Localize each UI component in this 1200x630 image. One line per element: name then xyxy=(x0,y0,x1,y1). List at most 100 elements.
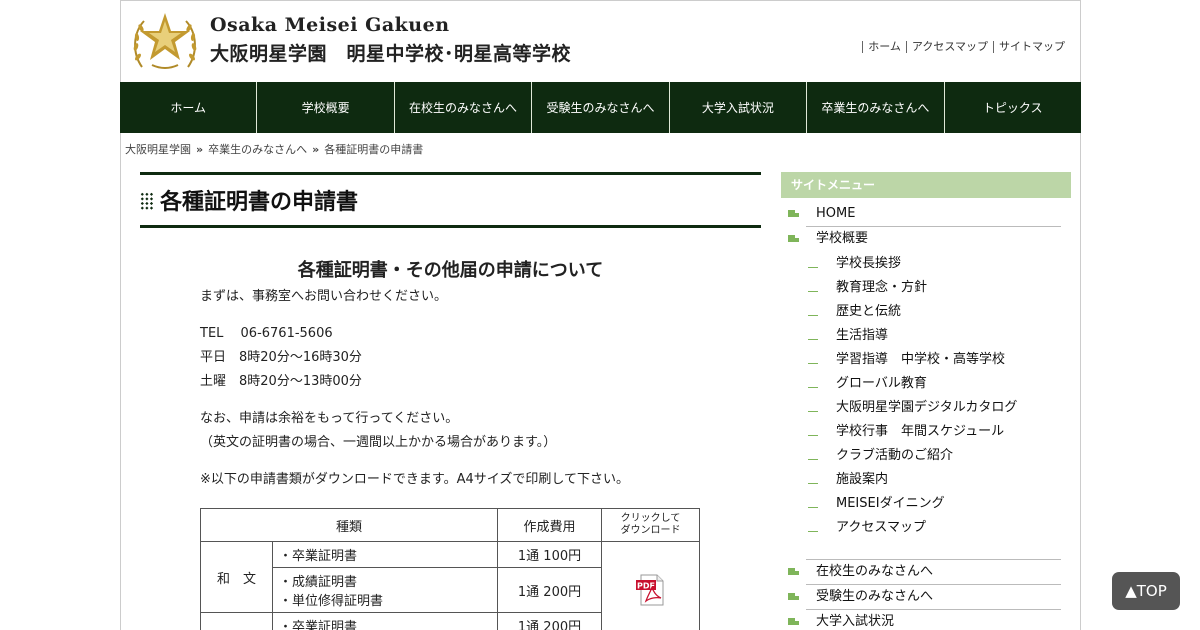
cert-name: ・卒業証明書 xyxy=(272,541,498,568)
toplink-home[interactable]: ホーム xyxy=(862,41,906,53)
sidebar-subitem-principal[interactable]: 学校長挨拶 xyxy=(781,252,1071,276)
breadcrumb-item-graduates[interactable]: 卒業生のみなさんへ xyxy=(208,143,307,156)
school-emblem-icon[interactable] xyxy=(130,9,200,73)
cert-fee: 1通 200円 xyxy=(497,612,602,630)
breadcrumb-item-current: 各種証明書の申請書 xyxy=(324,143,424,156)
download-header-line1: クリックして xyxy=(620,513,681,524)
dash-bullet-icon xyxy=(808,363,818,364)
sidebar-item-prospective-students[interactable]: 受験生のみなさんへ xyxy=(788,585,1061,610)
dash-bullet-icon xyxy=(808,435,818,436)
sidebar-title: サイトメニュー xyxy=(781,172,1071,198)
page-frame: Osaka Meisei Gakuen 大阪明星学園 明星中学校･明星高等学校 … xyxy=(120,0,1081,630)
tel-number: TEL 06-6761-5606 xyxy=(200,326,333,341)
sidebar-item-label: 学校長挨拶 xyxy=(836,256,902,271)
dash-bullet-icon xyxy=(808,267,818,268)
sidebar-item-overview[interactable]: 学校概要 xyxy=(788,227,1061,252)
download-note: ※以下の申請書類がダウンロードできます。A4サイズで印刷して下さい。 xyxy=(200,472,629,487)
toplink-sitemap[interactable]: サイトマップ xyxy=(993,41,1070,53)
dash-bullet-icon xyxy=(808,483,818,484)
contact-info: TEL 06-6761-5606 平日 8時20分～16時30分 土曜 8時20… xyxy=(200,322,761,394)
download-header-line2: ダウンロード xyxy=(620,525,681,536)
cert-fee: 1通 200円 xyxy=(497,567,602,613)
sidebar-item-label: 施設案内 xyxy=(836,472,889,487)
sidebar-item-university-admissions[interactable]: 大学入試状況 xyxy=(788,610,1061,630)
breadcrumb-item-home[interactable]: 大阪明星学園 xyxy=(125,143,191,156)
dash-bullet-icon xyxy=(808,531,818,532)
nav-topics[interactable]: トピックス xyxy=(945,82,1081,133)
download-cell: PDF xyxy=(601,541,700,630)
sidebar-subitem-history[interactable]: 歴史と伝統 xyxy=(781,300,1071,324)
site-header: Osaka Meisei Gakuen 大阪明星学園 明星中学校･明星高等学校 … xyxy=(121,1,1080,82)
sidebar-item-label: 生活指導 xyxy=(836,328,889,343)
certificate-table: 種類 作成費用 クリックして ダウンロード 和 文 ・卒業証明書 1通 100円… xyxy=(200,508,700,630)
dash-bullet-icon xyxy=(808,315,818,316)
nav-home[interactable]: ホーム xyxy=(120,82,258,133)
cert-name: ・卒業証明書 xyxy=(272,612,498,630)
nav-prospective-students[interactable]: 受験生のみなさんへ xyxy=(532,82,670,133)
sidebar-item-label: クラブ活動のご紹介 xyxy=(836,448,954,463)
sidebar-item-label: 大阪明星学園デジタルカタログ xyxy=(836,400,1018,415)
nav-university-admissions[interactable]: 大学入試状況 xyxy=(670,82,808,133)
sidebar-subitem-clubs[interactable]: クラブ活動のご紹介 xyxy=(781,444,1071,468)
sidebar-item-label: 教育理念・方針 xyxy=(836,280,928,295)
table-header-fee: 作成費用 xyxy=(497,508,602,542)
dash-bullet-icon xyxy=(808,507,818,508)
sidebar-item-label: 歴史と伝統 xyxy=(836,304,902,319)
dash-bullet-icon xyxy=(808,459,818,460)
sidebar-subitem-philosophy[interactable]: 教育理念・方針 xyxy=(781,276,1071,300)
sidebar-subitem-digital-catalog[interactable]: 大阪明星学園デジタルカタログ xyxy=(781,396,1071,420)
sidebar-item-label: 学校概要 xyxy=(816,231,869,246)
square-bullet-icon xyxy=(788,568,800,578)
sidebar-item-home[interactable]: HOME xyxy=(788,202,1061,227)
sidebar-item-label: 学習指導 中学校・高等学校 xyxy=(836,352,1006,367)
sidebar-item-label: MEISEIダイニング xyxy=(836,496,945,511)
logo-japanese-name[interactable]: 大阪明星学園 明星中学校･明星高等学校 xyxy=(210,39,571,66)
main-content: 各種証明書の申請書 各種証明書・その他届の申請について まずは、事務室へお問い合… xyxy=(140,172,761,630)
sidebar-subitem-dining[interactable]: MEISEIダイニング xyxy=(781,492,1071,516)
sidebar-subitem-facilities[interactable]: 施設案内 xyxy=(781,468,1071,492)
sidebar-subitem-life-guidance[interactable]: 生活指導 xyxy=(781,324,1071,348)
group-label-wabun: 和 文 xyxy=(200,541,273,613)
sidebar-subitem-events[interactable]: 学校行事 年間スケジュール xyxy=(781,420,1071,444)
sidebar-divider xyxy=(806,540,1061,560)
back-to-top-button[interactable]: ▲TOP xyxy=(1112,572,1180,610)
dash-bullet-icon xyxy=(808,339,818,340)
sidebar-subitem-study-guidance[interactable]: 学習指導 中学校・高等学校 xyxy=(781,348,1071,372)
saturday-hours: 土曜 8時20分～13時00分 xyxy=(200,374,362,389)
global-nav: ホーム 学校概要 在校生のみなさんへ 受験生のみなさんへ 大学入試状況 卒業生の… xyxy=(120,82,1081,133)
breadcrumb: 大阪明星学園 » 卒業生のみなさんへ » 各種証明書の申請書 xyxy=(125,141,423,157)
table-header-type: 種類 xyxy=(200,508,498,542)
sidebar-item-label: 学校行事 年間スケジュール xyxy=(836,424,1005,439)
toplink-access-map[interactable]: アクセスマップ xyxy=(905,41,993,53)
table-row: 和 文 ・卒業証明書 1通 100円 PDF xyxy=(200,541,700,630)
cert-fee: 1通 100円 xyxy=(497,541,602,568)
sidebar-subitem-access[interactable]: アクセスマップ xyxy=(781,516,1071,540)
square-bullet-icon xyxy=(788,618,800,628)
pdf-download-icon[interactable]: PDF xyxy=(634,573,668,607)
body-text: まずは、事務室へお問い合わせください。 TEL 06-6761-5606 平日 … xyxy=(200,285,761,492)
table-header-row: 種類 作成費用 クリックして ダウンロード xyxy=(200,508,700,542)
sidebar-subitem-global[interactable]: グローバル教育 xyxy=(781,372,1071,396)
nav-school-overview[interactable]: 学校概要 xyxy=(257,82,395,133)
breadcrumb-separator: » xyxy=(312,143,320,156)
notes: なお、申請は余裕をもって行ってください。 （英文の証明書の場合、一週間以上かかる… xyxy=(200,407,761,455)
square-bullet-icon xyxy=(788,210,800,220)
dash-bullet-icon xyxy=(808,387,818,388)
cert-name: ・単位修得証明書 xyxy=(279,594,384,609)
cert-name-multi: ・成績証明書 ・単位修得証明書 xyxy=(272,567,498,613)
square-bullet-icon xyxy=(788,593,800,603)
sidebar-item-label: 在校生のみなさんへ xyxy=(816,564,934,579)
weekday-hours: 平日 8時20分～16時30分 xyxy=(200,350,362,365)
sidebar-item-label: 受験生のみなさんへ xyxy=(816,589,934,604)
contact-intro: まずは、事務室へお問い合わせください。 xyxy=(200,289,448,304)
sidebar-item-current-students[interactable]: 在校生のみなさんへ xyxy=(788,560,1061,585)
square-bullet-icon xyxy=(788,235,800,245)
sidebar-item-label: アクセスマップ xyxy=(836,520,926,535)
cert-name: ・成績証明書 xyxy=(279,575,358,590)
nav-graduates[interactable]: 卒業生のみなさんへ xyxy=(807,82,945,133)
logo-english-name[interactable]: Osaka Meisei Gakuen xyxy=(210,14,450,36)
nav-current-students[interactable]: 在校生のみなさんへ xyxy=(395,82,533,133)
table-header-download: クリックして ダウンロード xyxy=(601,508,700,542)
sidebar-item-label: HOME xyxy=(816,206,856,221)
note-advance: なお、申請は余裕をもって行ってください。 xyxy=(200,411,459,426)
